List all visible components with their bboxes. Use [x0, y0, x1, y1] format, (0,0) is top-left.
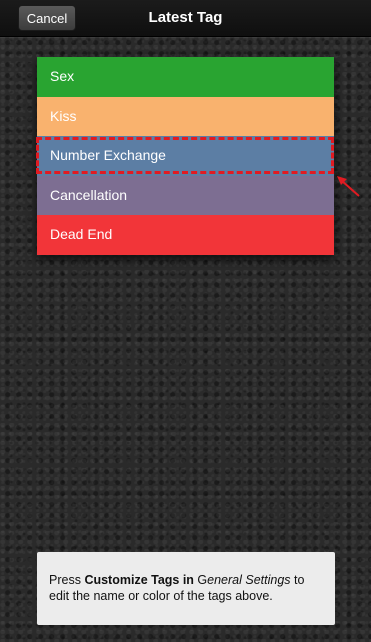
- page-title: Latest Tag: [148, 9, 223, 26]
- tag-label: Dead End: [50, 226, 113, 243]
- navigation-bar: Cancel Latest Tag: [0, 0, 371, 37]
- tag-item-number-exchange[interactable]: Number Exchange: [37, 136, 334, 176]
- tag-label: Kiss: [50, 107, 77, 124]
- info-line-1: Press Customize Tags in General Settings…: [49, 573, 305, 587]
- tag-item-sex[interactable]: Sex: [37, 57, 334, 97]
- tag-list: Sex Kiss Number Exchange Cancellation De…: [37, 57, 334, 255]
- tag-label: Sex: [50, 68, 75, 84]
- tag-item-dead-end[interactable]: Dead End: [37, 215, 334, 255]
- tag-label: Number Exchange: [50, 147, 166, 164]
- info-box: Press Customize Tags in General Settings…: [37, 552, 335, 625]
- info-line-2: edit the name or color of the tags above…: [49, 589, 273, 603]
- tag-label: Cancellation: [50, 186, 128, 203]
- tag-item-kiss[interactable]: Kiss: [37, 96, 334, 137]
- tag-item-cancellation[interactable]: Cancellation: [37, 175, 334, 216]
